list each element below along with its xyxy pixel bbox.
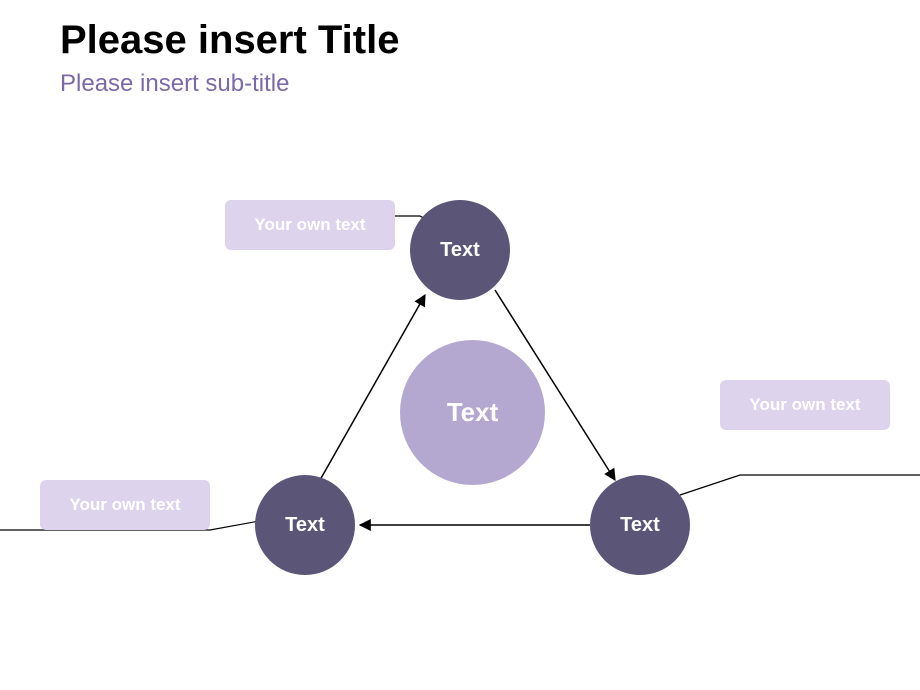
page-title: Please insert Title [60, 18, 399, 63]
callout-left: Your own text [40, 480, 210, 530]
callout-top: Your own text [225, 200, 395, 250]
page-subtitle: Please insert sub-title [60, 70, 289, 98]
callout-right: Your own text [720, 380, 890, 430]
node-left: Text [255, 475, 355, 575]
node-right: Text [590, 475, 690, 575]
center-node: Text [400, 340, 545, 485]
diagram-stage: Please insert Title Please insert sub-ti… [0, 0, 920, 690]
node-top: Text [410, 200, 510, 300]
